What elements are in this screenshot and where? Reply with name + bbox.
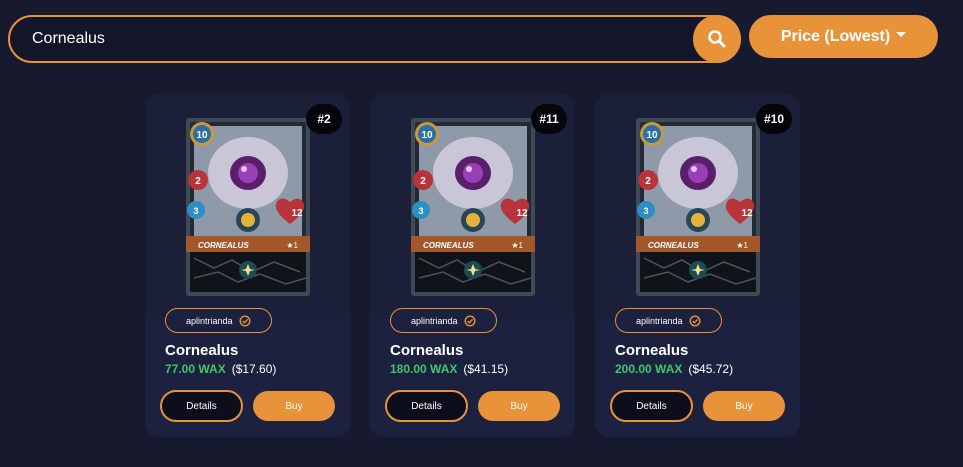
price-wax: 200.00 WAX — [615, 362, 683, 376]
price-row: 200.00 WAX ($45.72) — [615, 362, 733, 376]
buy-button[interactable]: Buy — [478, 391, 560, 421]
svg-text:12: 12 — [291, 208, 303, 219]
svg-text:10: 10 — [646, 130, 658, 141]
price-row: 180.00 WAX ($41.15) — [390, 362, 508, 376]
card-artwork[interactable]: 10 2 3 12 CORNEALUS ★1 — [186, 118, 310, 296]
svg-text:3: 3 — [193, 206, 198, 216]
seller-tag[interactable]: aplintrianda — [165, 308, 272, 333]
svg-text:10: 10 — [421, 130, 433, 141]
verified-icon — [689, 315, 701, 327]
details-button[interactable]: Details — [610, 390, 693, 422]
search-input[interactable] — [32, 17, 682, 61]
seller-name: aplintrianda — [186, 315, 233, 326]
price-usd: ($17.60) — [231, 362, 277, 376]
rank-badge: #10 — [756, 104, 792, 134]
svg-text:10: 10 — [196, 130, 208, 141]
svg-text:★1: ★1 — [511, 241, 523, 250]
market-card: 10 2 3 12 CORNEALUS ★1 #2 aplintrianda C… — [145, 94, 350, 437]
svg-text:CORNEALUS: CORNEALUS — [648, 241, 699, 250]
price-usd: ($45.72) — [688, 362, 734, 376]
details-button[interactable]: Details — [160, 390, 243, 422]
svg-text:12: 12 — [516, 208, 528, 219]
search-icon — [708, 30, 726, 48]
svg-text:3: 3 — [418, 206, 423, 216]
card-title: Cornealus — [615, 342, 689, 359]
search-bar — [8, 15, 741, 63]
svg-text:★1: ★1 — [286, 241, 298, 250]
svg-text:★1: ★1 — [736, 241, 748, 250]
caret-down-icon — [896, 32, 907, 37]
sort-label: Price (Lowest) — [780, 27, 891, 45]
svg-text:2: 2 — [195, 176, 201, 187]
seller-name: aplintrianda — [636, 315, 683, 326]
svg-text:CORNEALUS: CORNEALUS — [423, 241, 474, 250]
card-title: Cornealus — [165, 342, 239, 359]
price-usd: ($41.15) — [463, 362, 509, 376]
details-button[interactable]: Details — [385, 390, 468, 422]
card-image-area: 10 2 3 12 CORNEALUS ★1 #10 — [595, 94, 800, 319]
svg-text:CORNEALUS: CORNEALUS — [198, 241, 249, 250]
price-wax: 180.00 WAX — [390, 362, 458, 376]
verified-icon — [239, 315, 251, 327]
rank-badge: #2 — [306, 104, 342, 134]
card-artwork[interactable]: 10 2 3 12 CORNEALUS ★1 — [636, 118, 760, 296]
market-card: 10 2 3 12 CORNEALUS ★1 #10 aplintrianda … — [595, 94, 800, 437]
seller-name: aplintrianda — [411, 315, 458, 326]
card-image-area: 10 2 3 12 CORNEALUS ★1 #2 — [145, 94, 350, 319]
price-row: 77.00 WAX ($17.60) — [165, 362, 276, 376]
svg-text:2: 2 — [420, 176, 426, 187]
svg-text:12: 12 — [741, 208, 753, 219]
search-button[interactable] — [693, 15, 741, 63]
sort-dropdown[interactable]: Price (Lowest) — [749, 15, 938, 58]
card-artwork[interactable]: 10 2 3 12 CORNEALUS ★1 — [411, 118, 535, 296]
svg-text:2: 2 — [645, 176, 651, 187]
rank-badge: #11 — [531, 104, 567, 134]
seller-tag[interactable]: aplintrianda — [390, 308, 497, 333]
buy-button[interactable]: Buy — [703, 391, 785, 421]
svg-text:3: 3 — [643, 206, 648, 216]
market-card: 10 2 3 12 CORNEALUS ★1 #11 aplintrianda … — [370, 94, 575, 437]
card-image-area: 10 2 3 12 CORNEALUS ★1 #11 — [370, 94, 575, 319]
buy-button[interactable]: Buy — [253, 391, 335, 421]
seller-tag[interactable]: aplintrianda — [615, 308, 722, 333]
price-wax: 77.00 WAX — [165, 362, 226, 376]
card-title: Cornealus — [390, 342, 464, 359]
verified-icon — [464, 315, 476, 327]
